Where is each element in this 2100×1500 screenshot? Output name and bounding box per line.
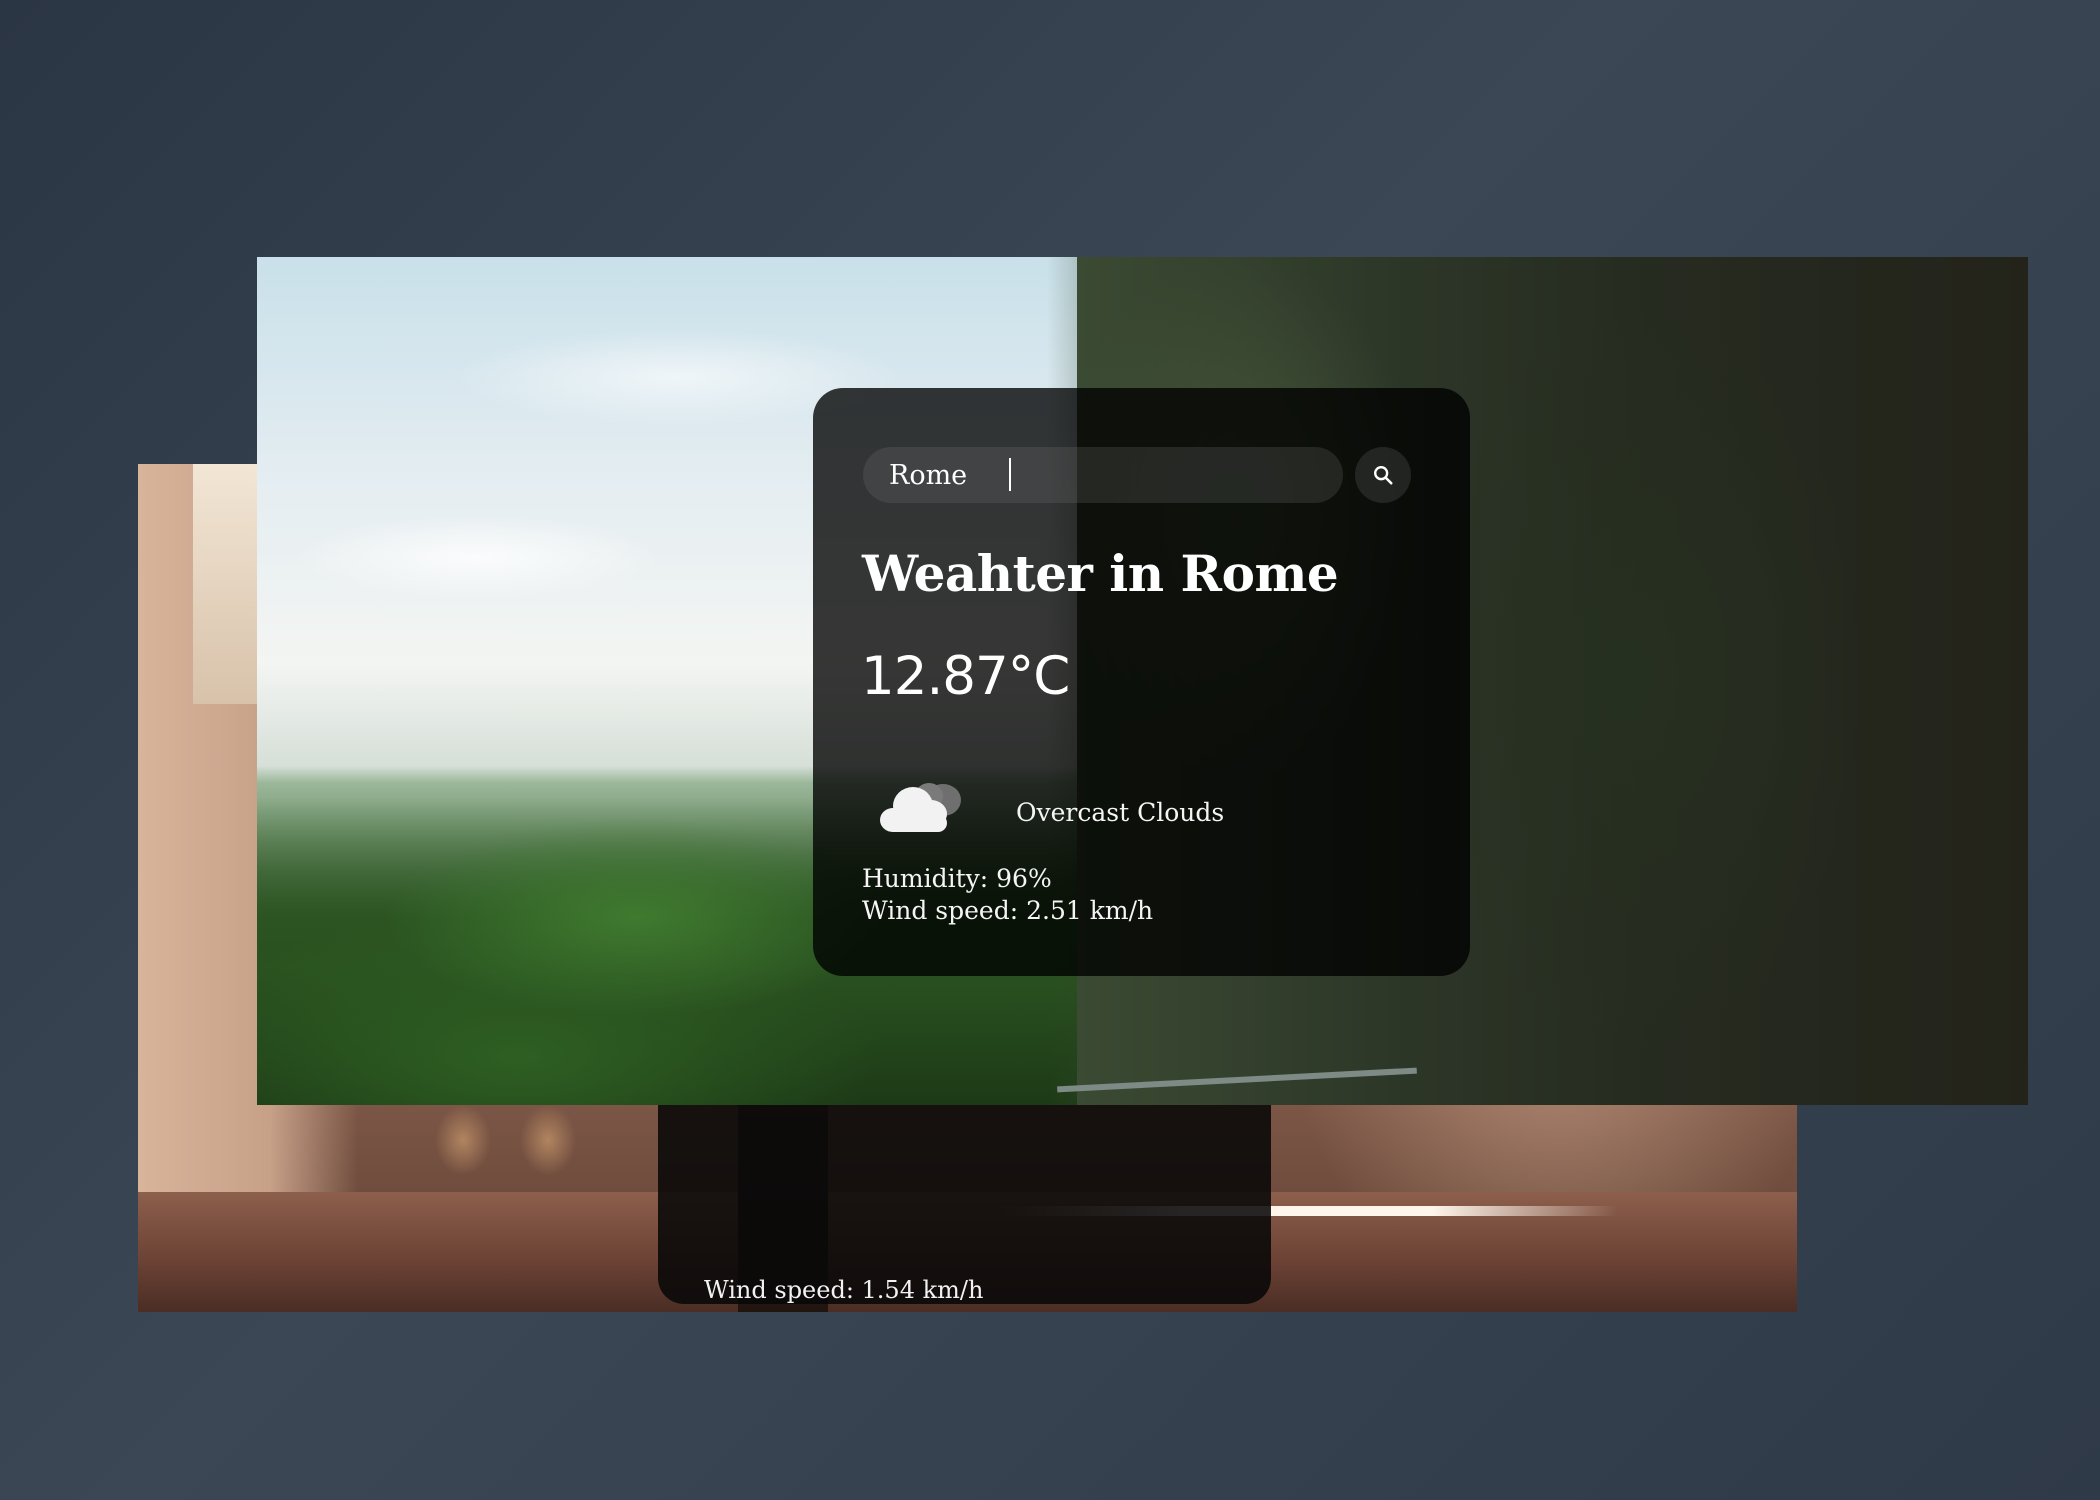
search-input[interactable] [863,447,1343,503]
temperature: 12.87°C [861,646,1070,707]
wind-speed-text: Wind speed: 2.51 km/h [862,896,1154,925]
city-title: Weahter in Rome [862,544,1339,603]
search-bar [863,447,1423,503]
feet-silhouette [428,1100,588,1180]
search-button[interactable] [1355,447,1411,503]
text-cursor [1009,458,1011,491]
humidity-text: Humidity: 96% [862,864,1052,893]
weather-condition: Overcast Clouds [873,766,1393,856]
back-wind-speed: Wind speed: 1.54 km/h [704,1276,984,1304]
cloud-icon [880,783,961,832]
weather-card: Weahter in Rome 12.87°C Overcast Clouds … [813,388,1470,976]
condition-description: Overcast Clouds [1016,798,1225,827]
search-icon [1374,466,1393,485]
